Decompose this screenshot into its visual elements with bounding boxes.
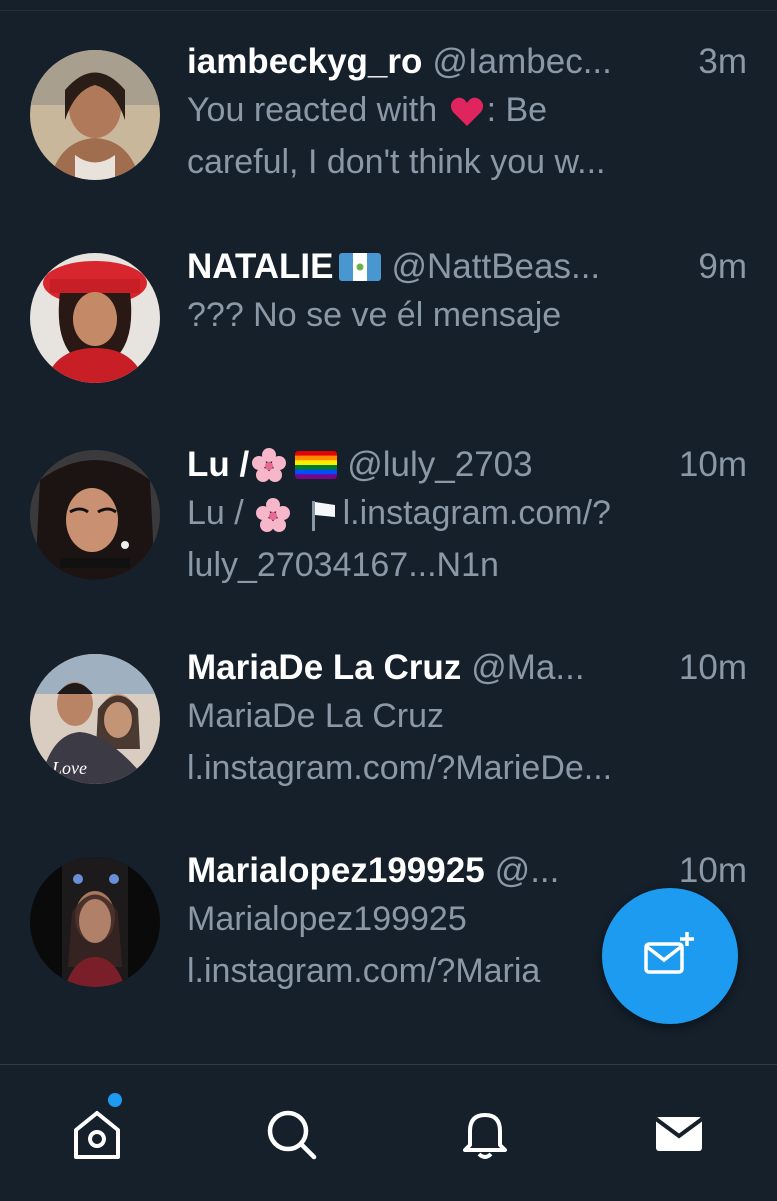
compose-mail-icon [644, 932, 694, 974]
avatar[interactable] [30, 253, 160, 383]
user-handle: @... [494, 851, 560, 890]
conversation-row[interactable]: Lu / @luly_2703 10m Lu / l.instagram.com… [0, 403, 777, 603]
new-tweets-badge [108, 1093, 122, 1107]
user-handle: @Iambec... [432, 42, 612, 81]
preview-text: l.instagram.com/? [342, 494, 611, 532]
display-name: Lu / [187, 445, 250, 484]
preview-text: l.instagram.com/?MarieDe... [187, 749, 613, 787]
message-preview: MariaDe La Cruz l.instagram.com/?MarieDe… [187, 690, 707, 794]
message-preview: Lu / l.instagram.com/? luly_27034167...N… [187, 487, 707, 591]
conversation-row[interactable]: Love MariaDe La Cruz @Ma... 10m MariaDe … [0, 606, 777, 806]
guatemala-flag-icon [339, 253, 382, 281]
conversation-row[interactable]: iambeckyg_ro @Iambec... 3m You reacted w… [0, 0, 777, 200]
avatar[interactable] [30, 857, 160, 987]
message-preview: You reacted with : Be careful, I don't t… [187, 84, 707, 188]
preview-text: MariaDe La Cruz [187, 697, 444, 735]
avatar[interactable]: Love [30, 654, 160, 784]
preview-text: careful, I don't think you w... [187, 143, 606, 181]
home-icon [74, 1111, 120, 1159]
display-name: MariaDe La Cruz [187, 648, 462, 687]
conversation-header: Lu / @luly_2703 10m [187, 443, 747, 487]
new-message-button[interactable] [602, 888, 738, 1024]
avatar[interactable] [30, 450, 160, 580]
display-name: iambeckyg_ro [187, 42, 423, 81]
cherry-blossom-icon [251, 447, 287, 483]
timestamp: 3m [698, 42, 747, 81]
svg-text:Love: Love [51, 758, 87, 778]
conversation-header: Marialopez199925 @... 10m [187, 849, 747, 893]
rainbow-flag-icon [295, 451, 338, 479]
white-flag-icon [305, 497, 341, 533]
bottom-navigation [0, 1064, 777, 1201]
nav-search[interactable] [256, 1099, 326, 1169]
user-handle: @luly_2703 [347, 445, 533, 484]
nav-messages[interactable] [644, 1099, 714, 1169]
nav-notifications[interactable] [450, 1099, 520, 1169]
conversation-header: MariaDe La Cruz @Ma... 10m [187, 646, 747, 690]
bell-icon [463, 1113, 507, 1159]
nav-home[interactable] [62, 1099, 132, 1169]
timestamp: 9m [698, 247, 747, 286]
search-icon [267, 1110, 317, 1160]
user-handle: @Ma... [471, 648, 585, 687]
message-preview: ??? No se ve él mensaje [187, 289, 707, 341]
preview-text: You reacted with [187, 91, 438, 129]
preview-text: : Be [486, 91, 548, 129]
conversation-header: iambeckyg_ro @Iambec... 3m [187, 40, 747, 84]
preview-text: ??? No se ve él mensaje [187, 296, 562, 334]
preview-text: Lu / [187, 494, 244, 532]
user-handle: @NattBeas... [391, 247, 601, 286]
display-name: NATALIE [187, 247, 334, 286]
timestamp: 10m [678, 648, 747, 687]
display-name: Marialopez199925 [187, 851, 485, 890]
conversation-header: NATALIE @NattBeas... 9m [187, 245, 747, 289]
mail-icon [654, 1117, 704, 1151]
preview-text: luly_27034167...N1n [187, 546, 499, 584]
cherry-blossom-icon [255, 497, 291, 533]
red-heart-icon [449, 94, 485, 130]
timestamp: 10m [678, 445, 747, 484]
avatar[interactable] [30, 50, 160, 180]
timestamp: 10m [678, 851, 747, 890]
conversation-row[interactable]: NATALIE @NattBeas... 9m ??? No se ve él … [0, 205, 777, 405]
